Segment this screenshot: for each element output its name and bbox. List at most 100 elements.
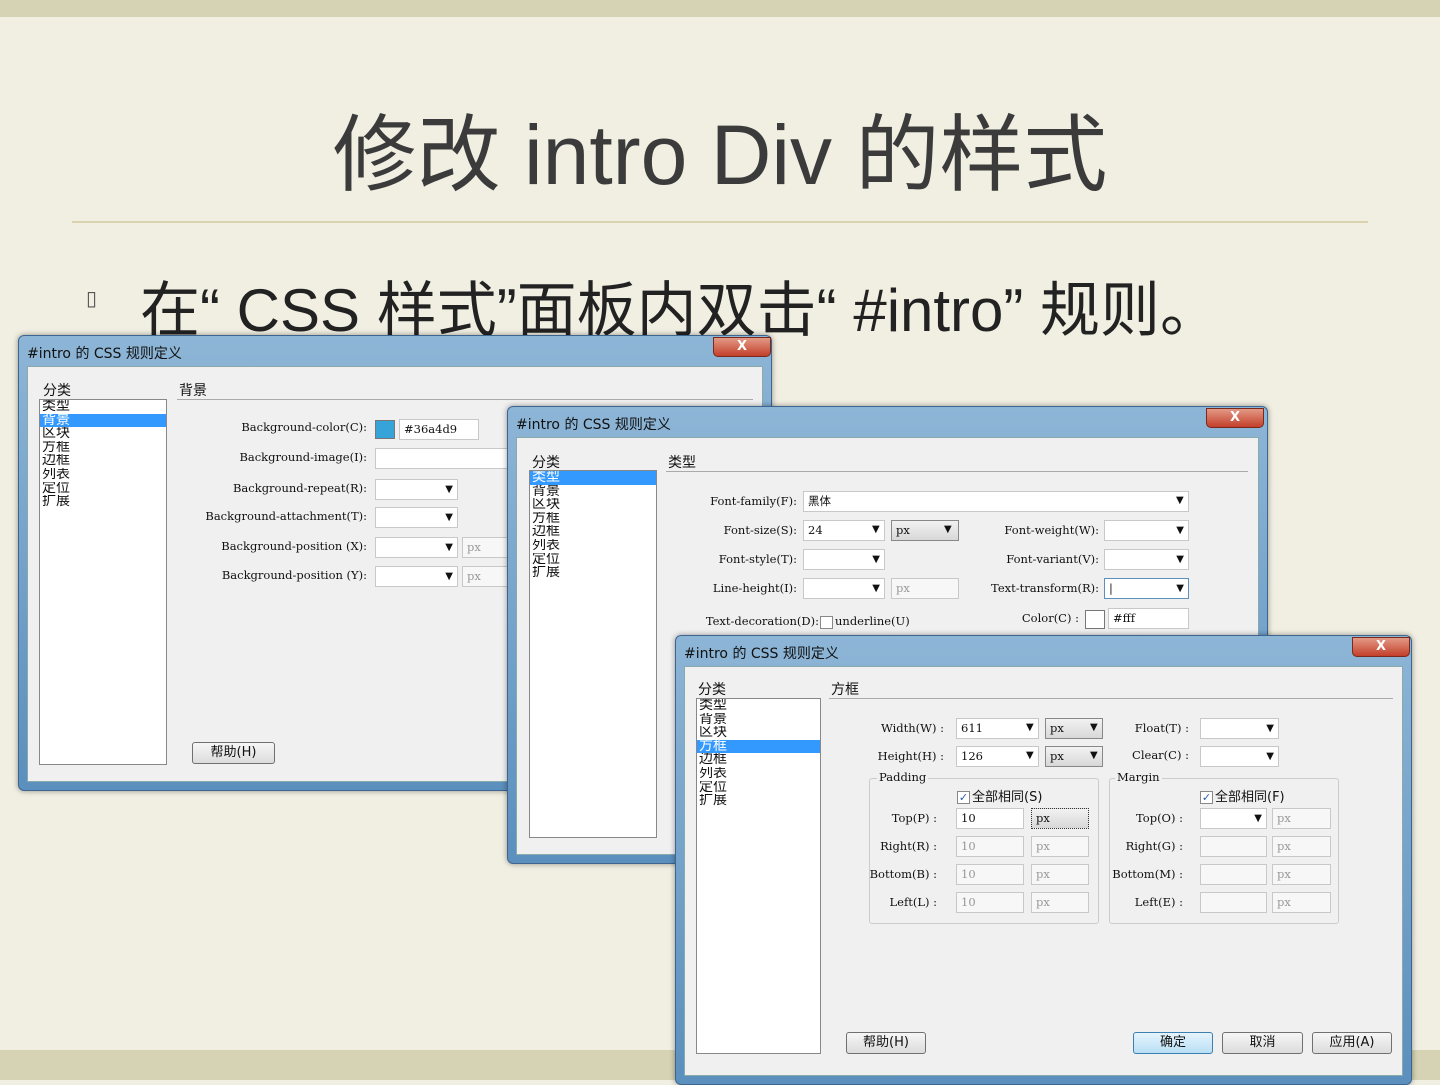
category-item[interactable]: 边框 <box>697 753 820 767</box>
category-item[interactable]: 方框 <box>40 441 166 455</box>
margin-same-checkbox[interactable]: ✓ 全部相同(F) <box>1200 786 1285 805</box>
dropdown-arrow-icon: ▼ <box>445 512 453 523</box>
margin-right-select[interactable] <box>1200 836 1267 857</box>
category-item[interactable]: 扩展 <box>40 495 166 509</box>
color-swatch[interactable] <box>1085 610 1105 629</box>
dropdown-arrow-icon: ▼ <box>1176 554 1184 565</box>
category-list[interactable]: 类型 背景 区块 方框 边框 列表 定位 扩展 <box>529 470 657 838</box>
line-height-unit-select[interactable]: px <box>891 578 959 599</box>
bg-position-x-select[interactable]: ▼ <box>375 537 458 558</box>
margin-left-select[interactable] <box>1200 892 1267 913</box>
category-item[interactable]: 边框 <box>530 525 656 539</box>
help-button[interactable]: 帮助(H) <box>192 742 275 764</box>
color-input[interactable]: #fff <box>1108 608 1189 629</box>
margin-left-unit[interactable]: px <box>1272 892 1331 913</box>
checkbox-checked-icon[interactable]: ✓ <box>1200 791 1213 804</box>
bg-attachment-select[interactable]: ▼ <box>375 507 458 528</box>
margin-top-select[interactable]: ▼ <box>1200 808 1267 829</box>
margin-bottom-select[interactable] <box>1200 864 1267 885</box>
dropdown-arrow-icon: ▼ <box>872 583 880 594</box>
category-item[interactable]: 背景 <box>697 713 820 727</box>
category-item[interactable]: 类型 <box>40 400 166 414</box>
font-variant-select[interactable]: ▼ <box>1104 549 1189 570</box>
clear-label: Clear(C) : <box>1132 748 1189 762</box>
text-transform-select[interactable]: | ▼ <box>1104 578 1189 599</box>
category-item[interactable]: 区块 <box>530 498 656 512</box>
padding-left-unit[interactable]: px <box>1031 892 1089 913</box>
category-item[interactable]: 定位 <box>40 482 166 496</box>
cancel-button[interactable]: 取消 <box>1222 1032 1303 1054</box>
bg-position-y-select[interactable]: ▼ <box>375 566 458 587</box>
margin-top-label: Top(O) : <box>1136 811 1183 825</box>
bg-image-input[interactable] <box>375 448 515 469</box>
category-item[interactable]: 列表 <box>40 468 166 482</box>
padding-same-label: 全部相同(S) <box>972 790 1043 805</box>
category-item[interactable]: 类型 <box>697 699 820 713</box>
category-item[interactable]: 方框 <box>530 512 656 526</box>
padding-top-unit[interactable]: px <box>1031 808 1089 829</box>
padding-bottom-select[interactable]: 10 <box>956 864 1024 885</box>
float-label: Float(T) : <box>1134 721 1189 735</box>
section-title: 类型 <box>668 455 696 471</box>
close-button[interactable]: X <box>713 337 771 357</box>
padding-legend: Padding <box>877 770 929 784</box>
section-divider <box>666 471 1248 472</box>
close-button[interactable]: X <box>1352 637 1410 657</box>
category-item-selected[interactable]: 方框 <box>697 739 820 754</box>
font-family-select[interactable]: 黑体 <box>803 491 1189 512</box>
padding-bottom-unit[interactable]: px <box>1031 864 1089 885</box>
category-item[interactable]: 定位 <box>697 781 820 795</box>
bg-color-label: Background-color(C): <box>241 420 367 434</box>
font-weight-select[interactable]: ▼ <box>1104 520 1189 541</box>
bg-position-y-unit[interactable]: px <box>462 566 512 587</box>
clear-select[interactable]: ▼ <box>1200 746 1279 767</box>
color-swatch[interactable] <box>375 420 395 439</box>
category-item-selected[interactable]: 背景 <box>40 413 166 428</box>
category-item[interactable]: 扩展 <box>697 794 820 808</box>
margin-right-unit[interactable]: px <box>1272 836 1331 857</box>
font-style-select[interactable]: ▼ <box>803 549 885 570</box>
category-label: 分类 <box>43 383 71 399</box>
category-label: 分类 <box>698 682 726 698</box>
category-item[interactable]: 边框 <box>40 454 166 468</box>
text-decoration-label: Text-decoration(D): <box>705 614 819 628</box>
close-button[interactable]: X <box>1206 408 1264 428</box>
category-list[interactable]: 类型 背景 区块 方框 边框 列表 定位 扩展 <box>696 698 821 1054</box>
bg-position-x-unit[interactable]: px <box>462 537 512 558</box>
category-item[interactable]: 列表 <box>697 767 820 781</box>
slide-title: 修改 intro Div 的样式 <box>332 108 1108 202</box>
margin-right-label: Right(G) : <box>1125 839 1183 853</box>
category-item[interactable]: 扩展 <box>530 566 656 580</box>
category-item-selected[interactable]: 类型 <box>530 471 656 485</box>
padding-right-select[interactable]: 10 <box>956 836 1024 857</box>
bg-image-label: Background-image(I): <box>239 450 367 464</box>
category-label: 分类 <box>532 455 560 471</box>
line-height-select[interactable]: ▼ <box>803 578 885 599</box>
padding-right-label: Right(R) : <box>880 839 937 853</box>
padding-left-select[interactable]: 10 <box>956 892 1024 913</box>
category-item[interactable]: 背景 <box>530 485 656 499</box>
bg-color-input[interactable]: #36a4d9 <box>399 419 479 440</box>
checkbox-checked-icon[interactable]: ✓ <box>957 791 970 804</box>
category-item[interactable]: 定位 <box>530 553 656 567</box>
help-button[interactable]: 帮助(H) <box>846 1032 926 1054</box>
ok-button[interactable]: 确定 <box>1133 1032 1213 1054</box>
underline-checkbox[interactable]: underline(U) <box>820 614 910 629</box>
category-item[interactable]: 区块 <box>697 726 820 740</box>
width-label: Width(W) : <box>880 721 944 735</box>
padding-left-label: Left(L) : <box>889 895 937 909</box>
square-bullet-icon: ▯ <box>86 286 98 310</box>
bg-repeat-select[interactable]: ▼ <box>375 479 458 500</box>
margin-top-unit[interactable]: px <box>1272 808 1331 829</box>
margin-left-label: Left(E) : <box>1134 895 1183 909</box>
float-select[interactable]: ▼ <box>1200 718 1279 739</box>
apply-button[interactable]: 应用(A) <box>1312 1032 1392 1054</box>
category-item[interactable]: 列表 <box>530 539 656 553</box>
category-list[interactable]: 类型 背景 区块 方框 边框 列表 定位 扩展 <box>39 399 167 765</box>
category-item[interactable]: 区块 <box>40 427 166 441</box>
checkbox-box[interactable] <box>820 615 833 629</box>
padding-top-select[interactable]: 10 <box>956 808 1024 829</box>
padding-right-unit[interactable]: px <box>1031 836 1089 857</box>
padding-same-checkbox[interactable]: ✓ 全部相同(S) <box>957 786 1042 805</box>
margin-bottom-unit[interactable]: px <box>1272 864 1331 885</box>
